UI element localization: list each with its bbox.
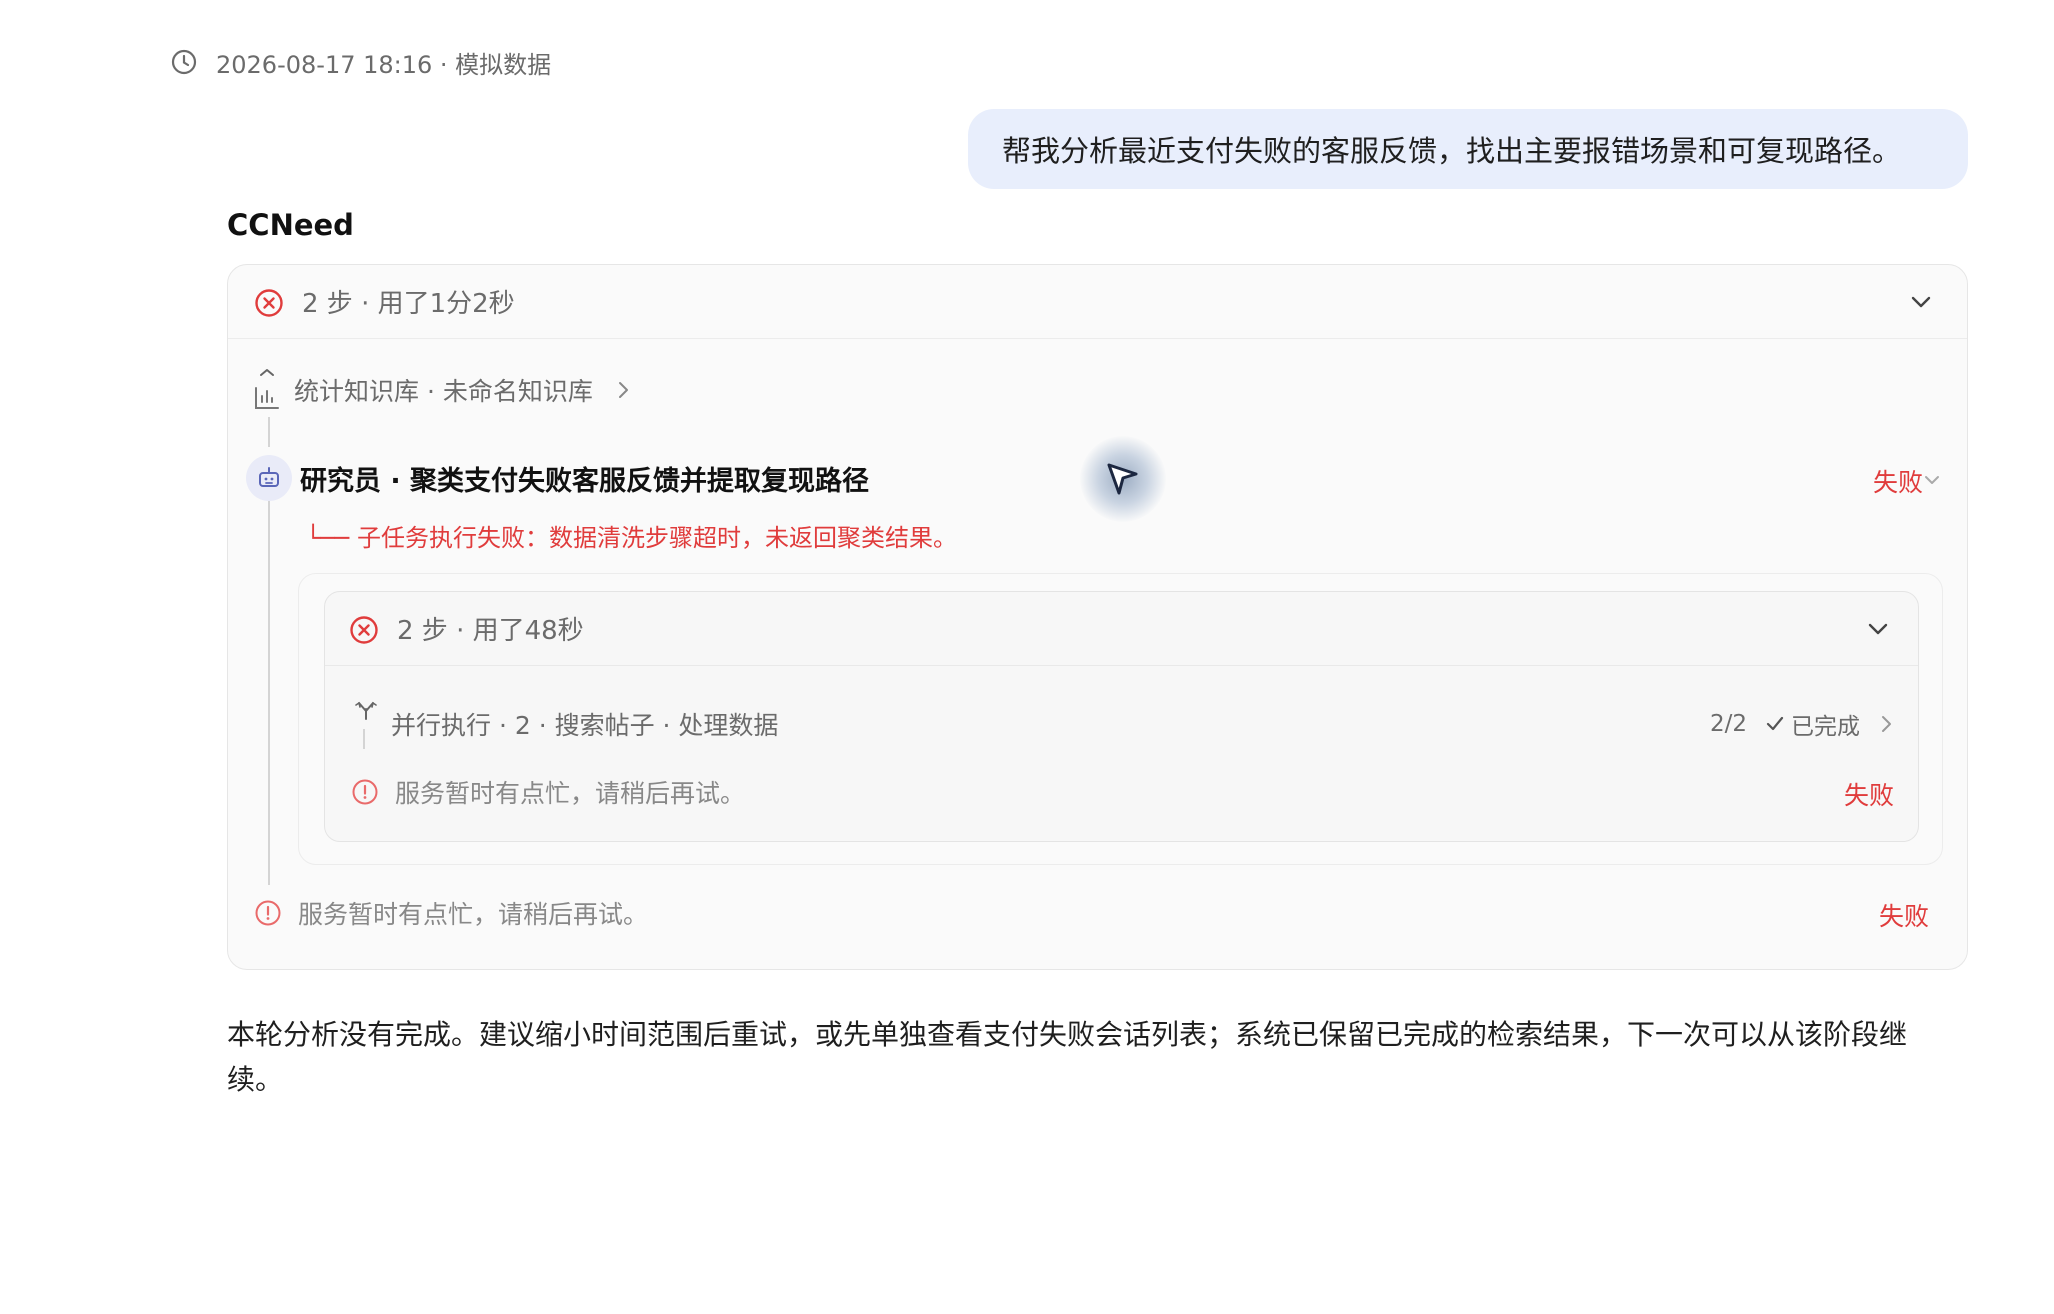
subrun-header[interactable]: 2 步 · 用了48秒 [325,592,1918,666]
error-circle-icon [350,616,378,644]
robot-icon [246,455,292,501]
mouse-cursor-icon [1107,463,1138,495]
alert-circle-icon [352,779,378,805]
user-message-bubble: 帮我分析最近支付失败的客服反馈，找出主要报错场景和可复现路径。 [968,109,1968,189]
parallel-step-progress: 2/2 已完成 [1710,706,1894,742]
check-icon [1766,716,1784,731]
assistant-name: CCNeed [227,208,354,242]
timeline-connector [268,417,270,447]
chevron-down-icon[interactable] [1923,473,1941,487]
step-researcher-label: 研究员 · 聚类支付失败客服反馈并提取复现路径 [300,465,870,497]
run-summary: 2 步 · 用了1分2秒 [302,289,515,319]
subrun-summary: 2 步 · 用了48秒 [397,616,584,646]
run-final-error-label: 服务暂时有点忙，请稍后再试。 [298,900,649,929]
step-knowledge-base-label: 统计知识库 · 未命名知识库 [294,377,593,406]
assistant-closing-text: 本轮分析没有完成。建议缩小时间范围后重试，或先单独查看支付失败会话列表；系统已保… [227,1018,1908,1096]
chevron-right-icon[interactable] [617,379,631,401]
chevron-right-icon[interactable] [1880,713,1894,735]
user-message-text: 帮我分析最近支付失败的客服反馈，找出主要报错场景和可复现路径。 [1002,134,1902,168]
error-circle-icon [255,289,283,317]
timestamp-row: 2026-08-17 18:16 · 模拟数据 [170,44,551,80]
run-final-error-status: 失败 [1878,902,1929,931]
timestamp-label: 2026-08-17 18:16 · 模拟数据 [216,50,552,79]
run-card: 2 步 · 用了1分2秒 统计知识库 · 未命名知识库 研究员 · 聚类支付失败… [227,264,1968,970]
subrun-error-row: 服务暂时有点忙，请稍后再试。 [351,774,745,810]
subrun-container: 2 步 · 用了48秒 并行执行 · 2 · 搜索帖子 · 处理数据 2/2 已… [298,573,1943,865]
parallel-step[interactable]: 并行执行 · 2 · 搜索帖子 · 处理数据 [351,696,1891,752]
bar-chart-icon [255,369,279,409]
chevron-down-icon[interactable] [1909,292,1933,312]
parallel-done-label: 已完成 [1791,714,1860,740]
subrun-error-status: 失败 [1843,781,1894,810]
parallel-step-label: 并行执行 · 2 · 搜索帖子 · 处理数据 [391,711,779,740]
run-card-header[interactable]: 2 步 · 用了1分2秒 [228,265,1967,339]
step-knowledge-base[interactable]: 统计知识库 · 未命名知识库 [252,365,631,415]
step-researcher-status: 失败 [1872,468,1923,497]
parallel-progress-count: 2/2 [1709,711,1747,737]
fork-icon [355,701,377,749]
alert-circle-icon [255,900,281,926]
subrun-error-label: 服务暂时有点忙，请稍后再试。 [395,779,746,808]
subtask-error-note: └── 子任务执行失败：数据清洗步骤超时，未返回聚类结果。 [306,523,957,552]
clock-icon [171,49,197,75]
run-final-error-row: 服务暂时有点忙，请稍后再试。 [254,895,648,931]
subrun-card: 2 步 · 用了48秒 并行执行 · 2 · 搜索帖子 · 处理数据 2/2 已… [324,591,1919,842]
chevron-down-icon[interactable] [1866,619,1890,639]
timeline-line [268,495,270,885]
